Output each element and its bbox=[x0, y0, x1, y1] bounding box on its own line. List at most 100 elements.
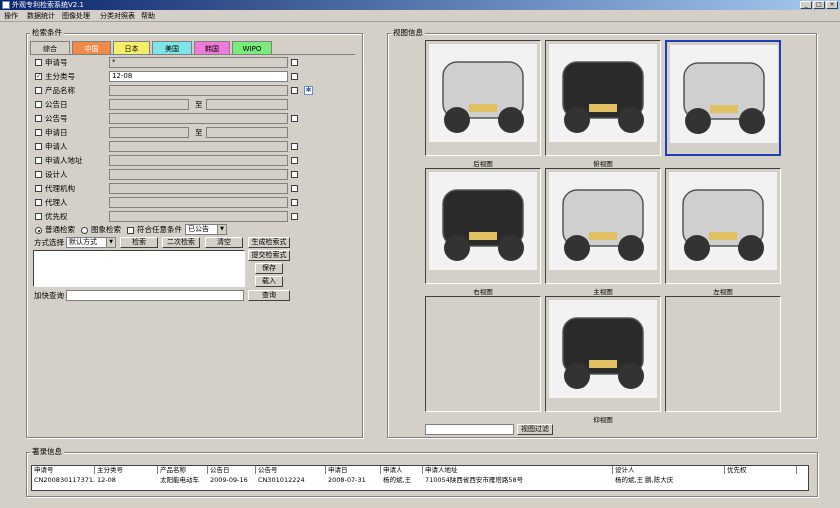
column-header[interactable]: 优先权 bbox=[725, 466, 797, 474]
field-checkbox[interactable]: ✓ bbox=[35, 73, 42, 80]
menu-help[interactable]: 帮助 bbox=[141, 10, 155, 22]
field-option-checkbox[interactable] bbox=[291, 73, 298, 80]
field-option-checkbox[interactable] bbox=[291, 143, 298, 150]
tab-korea[interactable]: 韩国 bbox=[194, 41, 230, 55]
field-option-checkbox[interactable] bbox=[291, 59, 298, 66]
field-checkbox[interactable] bbox=[35, 115, 42, 122]
field-input[interactable] bbox=[109, 113, 288, 124]
menu-classification[interactable]: 分类对照表 bbox=[100, 10, 135, 22]
field-input[interactable] bbox=[109, 169, 288, 180]
view-thumbnail[interactable] bbox=[425, 296, 541, 412]
accelerate-input[interactable] bbox=[66, 290, 244, 301]
table-cell[interactable]: CN200830117371.3 bbox=[32, 476, 95, 485]
generate-expression-button[interactable]: 生成检索式 bbox=[248, 237, 290, 248]
search-button[interactable]: 检索 bbox=[120, 237, 158, 248]
view-thumbnail[interactable] bbox=[545, 296, 661, 412]
tab-china[interactable]: 中国 bbox=[72, 41, 111, 55]
table-cell[interactable]: 杨的斌,王 bbox=[381, 476, 423, 485]
field-input[interactable] bbox=[109, 183, 288, 194]
date-to-input[interactable] bbox=[206, 99, 288, 110]
view-thumbnail[interactable] bbox=[665, 296, 781, 412]
field-option-checkbox[interactable] bbox=[291, 157, 298, 164]
column-header[interactable]: 公告日 bbox=[208, 466, 256, 474]
column-header[interactable]: 申请人 bbox=[381, 466, 423, 474]
column-header[interactable]: 产品名称 bbox=[158, 466, 208, 474]
table-cell[interactable]: CN301012224 bbox=[256, 476, 326, 485]
column-header[interactable]: 公告号 bbox=[256, 466, 326, 474]
table-cell[interactable]: 12-08 bbox=[95, 476, 158, 485]
date-from-input[interactable] bbox=[109, 127, 189, 138]
field-checkbox[interactable] bbox=[35, 185, 42, 192]
view-filter-input[interactable] bbox=[425, 424, 514, 435]
expression-textarea[interactable] bbox=[33, 250, 245, 287]
clear-button[interactable]: 清空 bbox=[205, 237, 243, 248]
vehicle-image bbox=[429, 172, 537, 270]
field-option-checkbox[interactable] bbox=[291, 213, 298, 220]
field-input[interactable]: * bbox=[109, 57, 288, 68]
field-option-checkbox[interactable] bbox=[291, 185, 298, 192]
column-header[interactable]: 设计人 bbox=[613, 466, 725, 474]
view-label: 左视图 bbox=[713, 288, 733, 296]
field-input[interactable] bbox=[109, 141, 288, 152]
classification-lookup-icon[interactable]: ✱ bbox=[304, 86, 313, 95]
query-button[interactable]: 查询 bbox=[248, 290, 290, 301]
table-cell[interactable]: 2009-09-16 bbox=[208, 476, 256, 485]
column-header[interactable]: 申请人地址 bbox=[423, 466, 613, 474]
menu-statistics[interactable]: 数据统计 bbox=[27, 10, 55, 22]
field-checkbox[interactable] bbox=[35, 143, 42, 150]
method-select[interactable]: 默认方式 ▼ bbox=[66, 237, 116, 248]
submit-expression-button[interactable]: 提交检索式 bbox=[248, 250, 290, 261]
column-header[interactable]: 申请日 bbox=[326, 466, 381, 474]
column-header[interactable]: 主分类号 bbox=[95, 466, 158, 474]
tab-japan[interactable]: 日本 bbox=[113, 41, 150, 55]
field-input[interactable] bbox=[109, 197, 288, 208]
maximize-button[interactable]: □ bbox=[813, 1, 825, 9]
status-select[interactable]: 已公告 ▼ bbox=[185, 224, 227, 235]
image-search-radio[interactable] bbox=[81, 227, 88, 234]
field-option-checkbox[interactable] bbox=[291, 87, 298, 94]
field-input[interactable]: 12-08 bbox=[109, 71, 288, 82]
field-option-checkbox[interactable] bbox=[291, 171, 298, 178]
field-option-checkbox[interactable] bbox=[291, 199, 298, 206]
view-thumbnail[interactable] bbox=[665, 40, 781, 156]
second-search-button[interactable]: 二次检索 bbox=[162, 237, 200, 248]
tab-usa[interactable]: 美国 bbox=[152, 41, 192, 55]
table-cell[interactable]: 杨的斌,王 鹏,陈大庆 bbox=[613, 476, 725, 485]
date-from-input[interactable] bbox=[109, 99, 189, 110]
normal-search-radio[interactable] bbox=[35, 227, 42, 234]
view-thumbnail[interactable] bbox=[545, 40, 661, 156]
save-button[interactable]: 保存 bbox=[255, 263, 283, 274]
view-thumbnail[interactable] bbox=[665, 168, 781, 284]
table-cell[interactable]: 太阳能电动车 bbox=[158, 476, 208, 485]
menu-image-processing[interactable]: 图像处理 bbox=[62, 10, 90, 22]
minimize-button[interactable]: _ bbox=[800, 1, 812, 9]
view-thumbnail[interactable] bbox=[425, 168, 541, 284]
view-thumbnail[interactable] bbox=[425, 40, 541, 156]
tab-wipo[interactable]: WIPO bbox=[232, 41, 272, 55]
any-condition-checkbox[interactable] bbox=[127, 227, 134, 234]
view-filter-button[interactable]: 视图过滤 bbox=[517, 424, 553, 435]
tab-usa-label: 美国 bbox=[165, 45, 179, 53]
table-cell[interactable]: 2008-07-31 bbox=[326, 476, 381, 485]
close-button[interactable]: × bbox=[826, 1, 838, 9]
field-input[interactable] bbox=[109, 155, 288, 166]
table-cell[interactable] bbox=[725, 476, 797, 485]
column-header[interactable]: 申请号 bbox=[32, 466, 95, 474]
field-checkbox[interactable] bbox=[35, 171, 42, 178]
field-checkbox[interactable] bbox=[35, 129, 42, 136]
menu-operate[interactable]: 操作 bbox=[4, 10, 18, 22]
tab-general[interactable]: 综合 bbox=[30, 41, 70, 55]
view-thumbnail[interactable] bbox=[545, 168, 661, 284]
load-button[interactable]: 载入 bbox=[255, 276, 283, 287]
field-checkbox[interactable] bbox=[35, 101, 42, 108]
date-to-input[interactable] bbox=[206, 127, 288, 138]
table-cell[interactable]: 710054陕西省西安市雁塔路58号 bbox=[423, 476, 613, 485]
field-checkbox[interactable] bbox=[35, 87, 42, 94]
field-checkbox[interactable] bbox=[35, 59, 42, 66]
field-input[interactable] bbox=[109, 85, 288, 96]
field-checkbox[interactable] bbox=[35, 199, 42, 206]
field-checkbox[interactable] bbox=[35, 157, 42, 164]
field-input[interactable] bbox=[109, 211, 288, 222]
field-checkbox[interactable] bbox=[35, 213, 42, 220]
field-option-checkbox[interactable] bbox=[291, 115, 298, 122]
